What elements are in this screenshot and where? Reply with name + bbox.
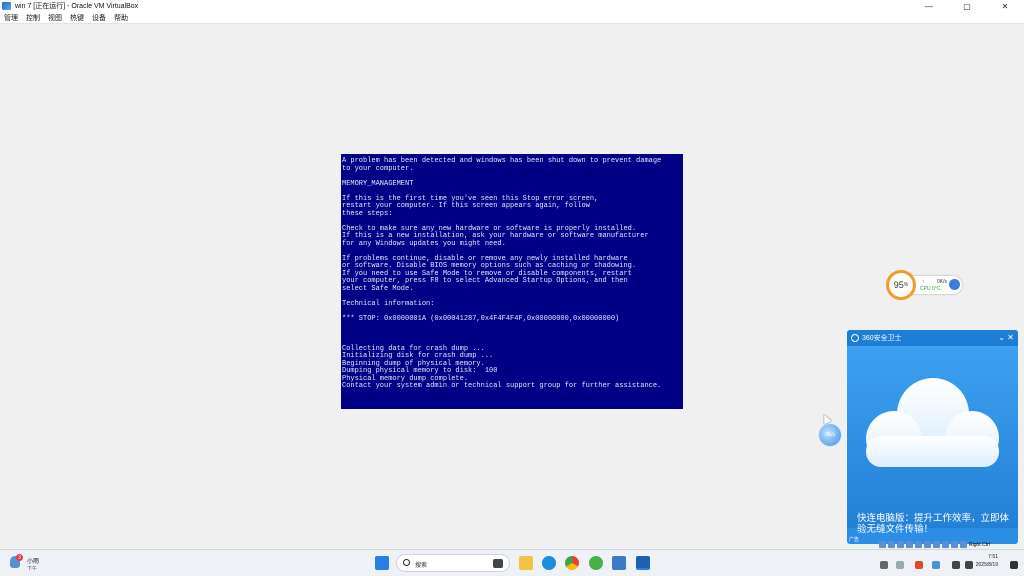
bsod-line: Contact your system admin or technical s… <box>342 382 662 390</box>
virtualbox-taskbar-icon[interactable] <box>612 556 626 570</box>
notification-bell-icon[interactable] <box>1010 561 1018 569</box>
vm-window-taskbar-icon[interactable] <box>636 556 650 570</box>
popup-header: 360安全卫士 ⌄ ✕ <box>847 330 1018 346</box>
weather-badge: 3 <box>16 554 23 561</box>
vm-status-bar: Right Ctrl <box>879 540 1024 549</box>
shield-logo-icon <box>851 334 859 342</box>
accelerate-icon[interactable] <box>949 279 960 290</box>
floating-ball[interactable]: 0B/s <box>818 423 842 447</box>
mouse-integration-icon[interactable] <box>960 541 967 548</box>
performance-widget[interactable]: ↑ 0K/s CPU 0°C 95% <box>884 268 964 302</box>
popup-close-button[interactable]: ✕ <box>1007 333 1014 342</box>
clock-time[interactable]: 7:51 <box>988 554 998 560</box>
bsod-line: for any Windows updates you might need. <box>342 239 506 248</box>
weather-title: 小雨 <box>27 559 40 565</box>
cloud-icon <box>866 378 999 467</box>
360-tray-icon[interactable] <box>915 561 923 569</box>
bsod-line: these steps: <box>342 209 393 218</box>
menu-devices[interactable]: 设备 <box>92 13 106 23</box>
ad-label: 广告 <box>849 537 860 543</box>
window-title: win 7 [正在运行] - Oracle VM VirtualBox <box>15 3 139 10</box>
menu-help[interactable]: 帮助 <box>114 13 128 23</box>
start-icon[interactable] <box>375 556 389 570</box>
search-highlight-icon <box>493 559 503 568</box>
menu-bar: 管理 控制 视图 热键 设备 帮助 <box>0 12 1024 24</box>
bsod-line <box>342 331 683 339</box>
search-input[interactable]: 搜索 <box>396 554 510 572</box>
weather-subtitle: 下午 <box>27 566 38 572</box>
show-hidden-icons-icon[interactable] <box>880 561 888 569</box>
search-placeholder: 搜索 <box>415 563 428 569</box>
taskbar: 3 小雨 下午 搜索 7:51 2025/8/19 <box>0 549 1024 576</box>
menu-control[interactable]: 控制 <box>26 13 40 23</box>
usb-icon[interactable] <box>915 541 922 548</box>
optical-drive-icon[interactable] <box>888 541 895 548</box>
bsod-line: restart your computer. If this screen ap… <box>342 202 590 210</box>
bsod-line: select Safe Mode. <box>342 284 414 293</box>
audio-icon[interactable] <box>897 541 904 548</box>
clock-date[interactable]: 2025/8/19 <box>976 562 998 568</box>
bsod-line: MEMORY_MANAGEMENT <box>342 179 414 188</box>
close-button[interactable]: ✕ <box>986 0 1024 12</box>
window-controls: — ▢ ✕ <box>910 0 1024 12</box>
virtualbox-icon <box>2 2 11 10</box>
menu-manage[interactable]: 管理 <box>4 13 18 23</box>
window-titlebar: win 7 [正在运行] - Oracle VM VirtualBox — ▢ … <box>0 0 1024 12</box>
percent-unit: % <box>903 282 909 288</box>
system-tray: 7:51 2025/8/19 <box>880 552 1020 574</box>
collapse-button[interactable]: ⌄ <box>998 333 1005 342</box>
memory-percent: 95 <box>893 280 904 290</box>
bsod-line: Technical information: <box>342 299 435 308</box>
input-method-icon[interactable] <box>932 561 940 569</box>
security-popup[interactable]: 360安全卫士 ⌄ ✕ 快连电脑版：提升工作效率，立即体验无缝文件传输！ 广告 <box>847 330 1018 544</box>
chrome-icon[interactable] <box>565 556 579 570</box>
host-key-label: Right Ctrl <box>969 541 990 548</box>
shared-folder-icon[interactable] <box>924 541 931 548</box>
360-browser-icon[interactable] <box>589 556 603 570</box>
menu-hotkey[interactable]: 热键 <box>70 13 84 23</box>
display-icon[interactable] <box>933 541 940 548</box>
cpu-temp: CPU 0°C <box>920 286 941 292</box>
weather-widget[interactable]: 3 小雨 下午 <box>10 554 50 574</box>
bsod-line <box>342 323 683 331</box>
hdd-icon[interactable] <box>879 541 886 548</box>
edge-icon[interactable] <box>542 556 556 570</box>
cloud-banner[interactable] <box>847 346 1018 528</box>
upload-arrow-icon: ↑ <box>922 279 925 285</box>
file-explorer-icon[interactable] <box>519 556 533 570</box>
cpu-icon[interactable] <box>951 541 958 548</box>
blue-screen: A problem has been detected and windows … <box>341 154 683 409</box>
maximize-button[interactable]: ▢ <box>948 0 986 12</box>
bsod-line: to your computer. <box>342 164 414 173</box>
memory-ring[interactable]: 95% <box>886 270 916 300</box>
search-icon <box>403 559 410 566</box>
menu-view[interactable]: 视图 <box>48 13 62 23</box>
network-speed: 0K/s <box>937 279 948 285</box>
network-tray-icon[interactable] <box>952 561 960 569</box>
minimize-button[interactable]: — <box>910 0 948 12</box>
popup-title: 360安全卫士 <box>862 335 902 342</box>
volume-icon[interactable] <box>965 561 973 569</box>
settings-tray-icon[interactable] <box>896 561 904 569</box>
network-icon[interactable] <box>906 541 913 548</box>
bsod-line: *** STOP: 0x0000001A (0x00041287,0x4F4F4… <box>342 314 620 323</box>
popup-message[interactable]: 快连电脑版：提升工作效率，立即体验无缝文件传输！ <box>857 513 1017 535</box>
recording-icon[interactable] <box>942 541 949 548</box>
float-ball-label: 0B/s <box>824 432 835 438</box>
popup-controls: ⌄ ✕ <box>998 333 1014 342</box>
